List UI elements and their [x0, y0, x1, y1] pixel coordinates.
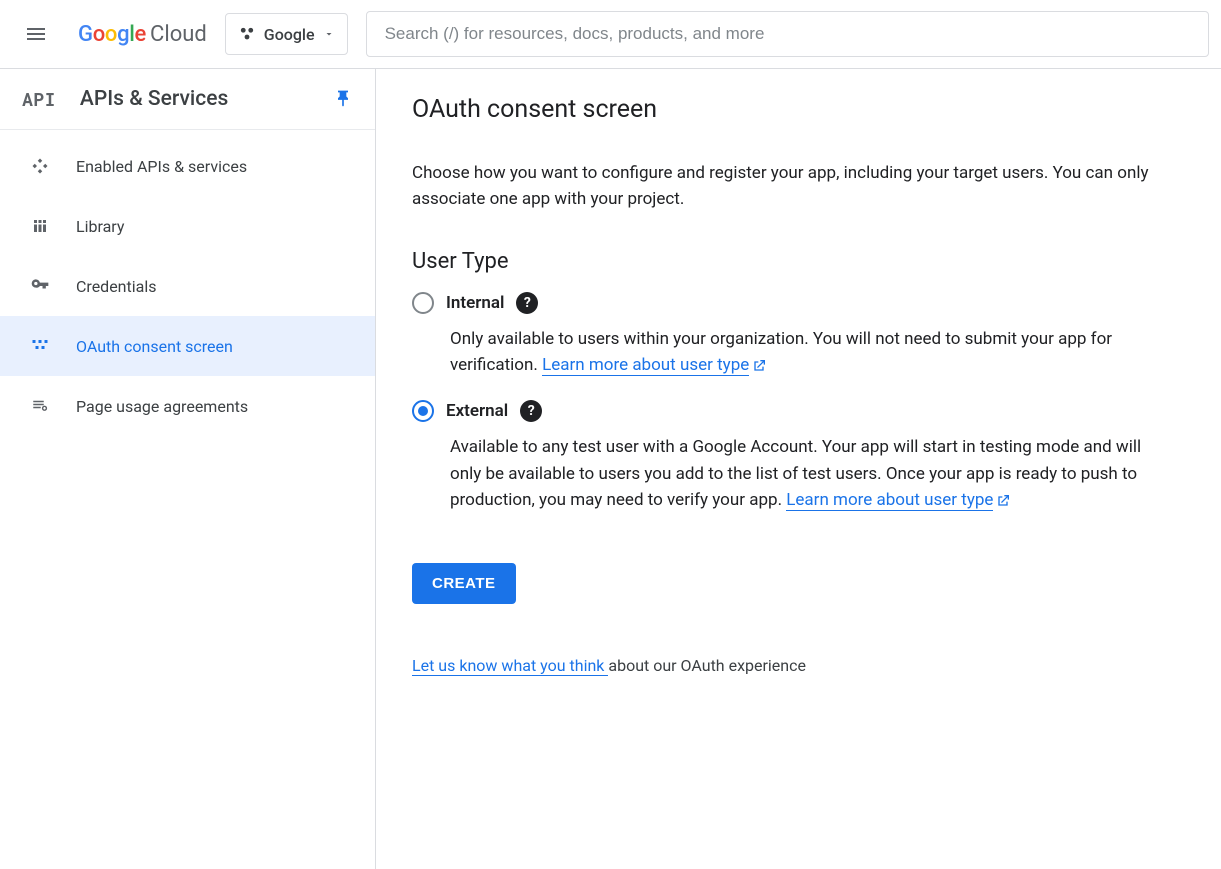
section-title: APIs & Services — [80, 87, 333, 111]
help-icon[interactable]: ? — [516, 292, 538, 314]
search-bar[interactable] — [366, 11, 1209, 57]
google-cloud-logo[interactable]: Google Cloud — [78, 22, 207, 47]
project-name-label: Google — [264, 25, 315, 44]
sidebar-item-library[interactable]: Library — [0, 196, 375, 256]
sidebar: API APIs & Services Enabled APIs & servi… — [0, 69, 376, 869]
create-button[interactable]: CREATE — [412, 563, 516, 604]
radio-external-description: Available to any test user with a Google… — [450, 434, 1150, 513]
sidebar-item-page-usage-agreements[interactable]: Page usage agreements — [0, 376, 375, 436]
feedback-link[interactable]: Let us know what you think — [412, 656, 608, 676]
logo-cloud-text: Cloud — [150, 22, 207, 47]
user-type-heading: User Type — [412, 249, 1150, 274]
radio-external-label: External — [446, 401, 508, 421]
top-header: Google Cloud Google — [0, 0, 1221, 69]
sidebar-item-label: Library — [76, 217, 124, 236]
agreements-icon — [28, 394, 52, 418]
feedback-row: Let us know what you think about our OAu… — [412, 656, 1150, 675]
user-type-radio-group: Internal ? Only available to users withi… — [412, 292, 1150, 514]
external-link-icon — [751, 358, 767, 374]
nav-list: Enabled APIs & services Library Credenti… — [0, 130, 375, 436]
sidebar-item-label: OAuth consent screen — [76, 337, 233, 356]
project-picker-button[interactable]: Google — [225, 13, 348, 55]
consent-screen-icon — [28, 334, 52, 358]
sidebar-item-label: Credentials — [76, 277, 157, 296]
sidebar-item-oauth-consent[interactable]: OAuth consent screen — [0, 316, 375, 376]
main-content: OAuth consent screen Choose how you want… — [376, 69, 1186, 869]
search-input[interactable] — [385, 24, 1190, 44]
sidebar-item-label: Enabled APIs & services — [76, 157, 247, 176]
radio-option-external: External ? Available to any test user wi… — [412, 400, 1150, 513]
learn-more-external-link[interactable]: Learn more about user type — [786, 490, 993, 511]
radio-dot-icon — [418, 406, 428, 416]
radio-internal-description: Only available to users within your orga… — [450, 326, 1150, 379]
intro-text: Choose how you want to configure and reg… — [412, 160, 1150, 213]
pin-icon[interactable] — [333, 89, 353, 109]
hamburger-icon — [24, 22, 48, 46]
enabled-apis-icon — [28, 154, 52, 178]
radio-external[interactable] — [412, 400, 434, 422]
learn-more-internal-link[interactable]: Learn more about user type — [542, 355, 749, 376]
help-icon[interactable]: ? — [520, 400, 542, 422]
radio-internal-label: Internal — [446, 293, 504, 313]
library-icon — [28, 214, 52, 238]
sidebar-item-credentials[interactable]: Credentials — [0, 256, 375, 316]
radio-option-internal: Internal ? Only available to users withi… — [412, 292, 1150, 379]
feedback-text: about our OAuth experience — [608, 656, 806, 675]
sidebar-item-enabled-apis[interactable]: Enabled APIs & services — [0, 136, 375, 196]
project-icon — [238, 25, 256, 43]
sidebar-header: API APIs & Services — [0, 69, 375, 130]
api-badge: API — [22, 87, 56, 111]
key-icon — [28, 274, 52, 298]
hamburger-menu-button[interactable] — [12, 10, 60, 58]
logo-google-text: Google — [78, 22, 146, 47]
external-link-icon — [995, 493, 1011, 509]
chevron-down-icon — [323, 28, 335, 40]
page-title: OAuth consent screen — [412, 95, 1150, 124]
sidebar-item-label: Page usage agreements — [76, 397, 248, 416]
radio-internal[interactable] — [412, 292, 434, 314]
